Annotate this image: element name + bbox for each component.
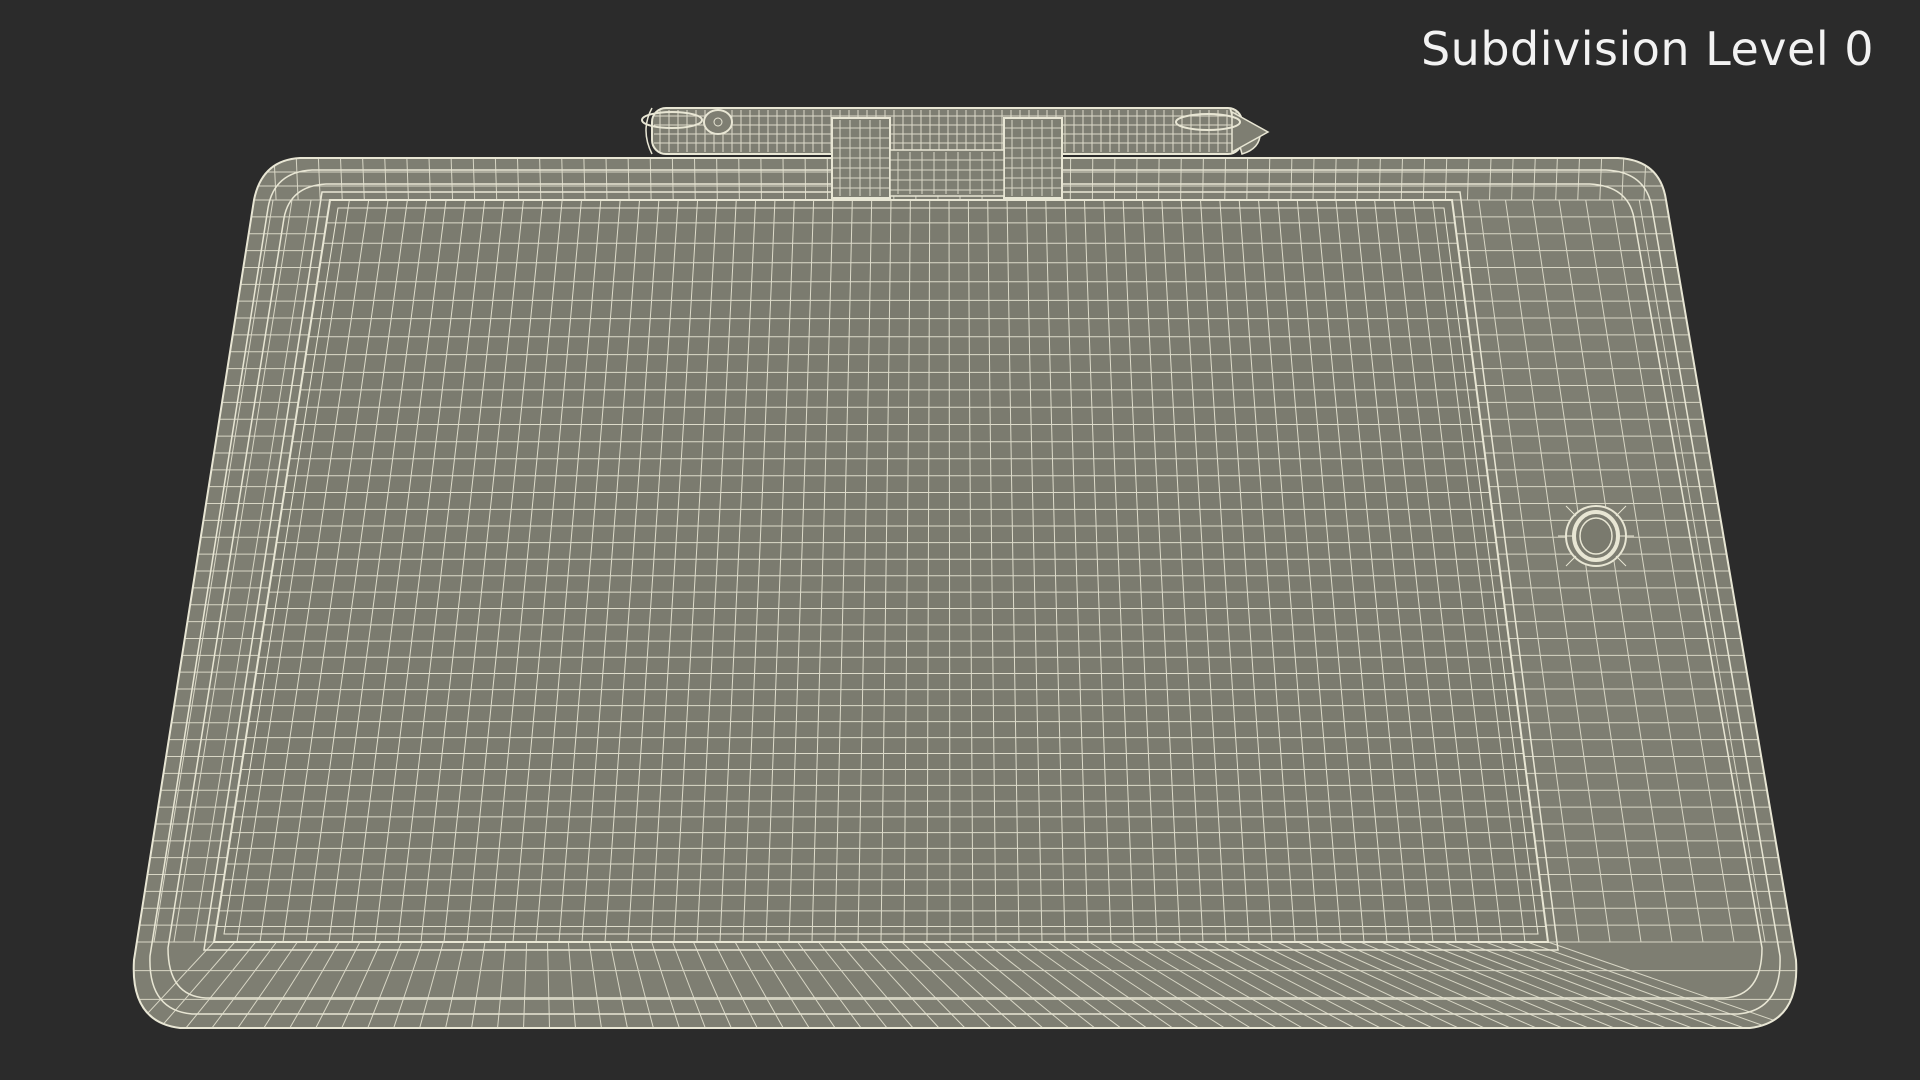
tablet-screen [212, 199, 1550, 943]
viewport: Subdivision Level 0 [0, 0, 1920, 1080]
tablet-wireframe-render [132, 107, 1798, 1029]
